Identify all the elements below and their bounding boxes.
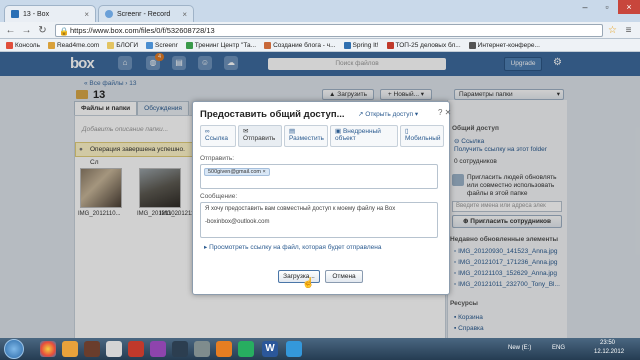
bookmark-item[interactable]: Создание блога - ч... [264, 41, 336, 49]
send-label: Отправить: [200, 155, 235, 162]
box-favicon-icon [11, 10, 19, 18]
share-tabs: ∞ Ссылка ✉ Отправить ▤ Разместить ▣ Внедрен… [200, 125, 444, 147]
document-icon: ▤ [289, 128, 296, 135]
message-label: Сообщение: [200, 193, 238, 200]
tab-link[interactable]: ∞ Ссылка [200, 125, 236, 147]
tab-embedded-object[interactable]: ▣ Внедренный объект [330, 125, 398, 147]
app-icon[interactable] [172, 341, 188, 357]
triangle-icon: ▸ [204, 244, 208, 251]
address-bar[interactable]: 🔒 https://www.box.com/files/0/f/53260872… [55, 24, 603, 37]
tab-label: 13 - Box [23, 10, 50, 18]
bookmark-item[interactable]: Spring It! [343, 41, 379, 49]
close-tab-icon[interactable]: × [84, 10, 89, 19]
language-indicator[interactable]: ENG [552, 345, 565, 351]
bookmark-item[interactable]: Интернет-конфере... [468, 41, 540, 49]
back-icon[interactable]: ← [4, 24, 17, 37]
bookmark-item[interactable]: ТОП-25 деловых бл... [386, 41, 461, 49]
clock-date: 12.12.2012 [594, 349, 625, 355]
phone-icon: ▯ [405, 128, 409, 135]
folder-icon[interactable] [62, 341, 78, 357]
app-icon[interactable] [128, 341, 144, 357]
browser-tab-strip [0, 0, 640, 22]
menu-icon[interactable]: ≡ [622, 24, 635, 37]
clock-time: 23:50 [600, 340, 616, 346]
screenr-favicon-icon [105, 10, 113, 18]
bookmark-item[interactable]: Тренинг Центр "Та... [185, 41, 256, 49]
recipient-chip[interactable]: 500given@gmail.com × [204, 168, 270, 176]
bookmark-icon [264, 41, 272, 49]
app-icon[interactable] [84, 341, 100, 357]
cursor-icon: ☝ [302, 278, 315, 289]
tab-box[interactable]: 13 - Box × [4, 5, 96, 22]
folder-icon [107, 41, 115, 49]
bookmark-item[interactable]: Консоль [6, 41, 40, 49]
tab-send[interactable]: ✉ Отправить [238, 125, 282, 147]
app-icon[interactable] [106, 341, 122, 357]
bookmark-item[interactable]: БЛОГИ [107, 41, 138, 49]
message-line: Я хочу предоставить вам совместный досту… [205, 206, 396, 212]
lock-icon: 🔒 [59, 27, 69, 36]
maximize-icon[interactable]: ▫ [596, 0, 618, 14]
close-tab-icon[interactable]: × [182, 10, 187, 19]
tab-embed-place[interactable]: ▤ Разместить [284, 125, 328, 147]
dialog-title: Предоставить общий доступ... [200, 109, 345, 120]
share-icon: ↗ [358, 111, 364, 118]
star-icon[interactable]: ☆ [606, 24, 619, 37]
cancel-button[interactable]: Отмена [325, 270, 363, 283]
chrome-icon[interactable] [40, 341, 56, 357]
bookmark-icon [6, 41, 13, 49]
bookmark-icon [468, 41, 476, 49]
reload-icon[interactable]: ↻ [36, 24, 49, 37]
message-textarea[interactable]: Я хочу предоставить вам совместный досту… [200, 202, 438, 238]
mail-icon: ✉ [243, 128, 249, 135]
forward-icon[interactable]: → [20, 24, 33, 37]
bookmark-item[interactable]: Screenr [146, 41, 178, 49]
close-window-icon[interactable]: × [618, 0, 640, 14]
tab-screenr[interactable]: Screenr - Record × [98, 5, 194, 22]
app-icon[interactable] [150, 341, 166, 357]
app-icon[interactable] [194, 341, 210, 357]
bookmark-icon [185, 41, 193, 49]
tab-label: Screenr - Record [117, 10, 171, 18]
app-icon[interactable] [286, 341, 302, 357]
bookmark-icon [343, 41, 351, 49]
code-icon: ▣ [335, 128, 342, 135]
minimize-icon[interactable]: – [574, 0, 596, 14]
address-text: https://www.box.com/files/0/f/532608728/… [70, 26, 215, 35]
open-access-dropdown[interactable]: ↗ Открыть доступ ▾ [358, 110, 418, 118]
drive-label[interactable]: New (E:) [508, 345, 531, 351]
start-button[interactable] [4, 339, 24, 359]
preview-link[interactable]: ▸ Просмотреть ссылку на файл, которая бу… [204, 243, 381, 251]
link-icon: ∞ [205, 128, 210, 135]
message-line: -boxinbox@outlook.com [205, 219, 270, 225]
app-icon[interactable] [238, 341, 254, 357]
bookmark-icon [146, 41, 154, 49]
app-icon[interactable] [216, 341, 232, 357]
close-icon[interactable]: ? ✕ [438, 108, 451, 117]
bookmark-item[interactable]: Read4me.com [47, 41, 99, 49]
word-icon[interactable]: W [262, 341, 278, 357]
bookmarks-bar: Консоль Read4me.com БЛОГИ Screenr Тренин… [0, 39, 640, 52]
bookmark-icon [47, 41, 55, 49]
tab-mobile[interactable]: ▯ Мобильный [400, 125, 444, 147]
bookmark-icon [386, 41, 394, 49]
